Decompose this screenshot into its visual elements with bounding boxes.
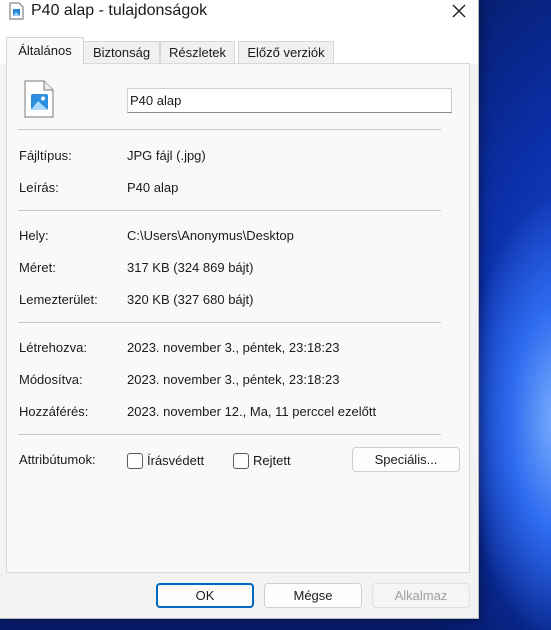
general-tab-panel [6,63,470,573]
size-label: Méret: [19,260,56,275]
tab-details[interactable]: Részletek [160,41,235,64]
accessed-label: Hozzáférés: [19,404,89,419]
hidden-checkbox-label: Rejtett [253,453,291,468]
divider [18,210,441,211]
hidden-checkbox[interactable]: Rejtett [233,453,303,471]
readonly-checkbox-label: Írásvédett [147,453,205,468]
cancel-button[interactable]: Mégse [264,583,362,608]
tab-security[interactable]: Biztonság [83,41,160,64]
properties-dialog: P40 alap - tulajdonságok Általános Bizto… [0,0,479,619]
tab-previous-versions[interactable]: Előző verziók [238,41,334,64]
tab-general[interactable]: Általános [6,37,84,65]
divider [18,129,441,130]
divider [18,322,441,323]
size-value: 317 KB (324 869 bájt) [127,260,254,275]
file-type-label: Fájltípus: [19,148,72,163]
size-on-disk-label: Lemezterület: [19,292,98,307]
location-label: Hely: [19,228,49,243]
description-label: Leírás: [19,180,59,195]
ok-button[interactable]: OK [156,583,254,608]
close-button[interactable] [440,0,478,24]
created-value: 2023. november 3., péntek, 23:18:23 [127,340,340,355]
location-value: C:\Users\Anonymus\Desktop [127,228,294,243]
apply-button[interactable]: Alkalmaz [372,583,470,608]
advanced-button[interactable]: Speciális... [352,447,460,472]
title-bar: P40 alap - tulajdonságok [0,0,478,24]
attributes-label: Attribútumok: [19,452,96,467]
window-title: P40 alap - tulajdonságok [31,2,208,19]
size-on-disk-value: 320 KB (327 680 bájt) [127,292,254,307]
readonly-checkbox-box[interactable] [127,453,143,469]
hidden-checkbox-box[interactable] [233,453,249,469]
readonly-checkbox[interactable]: Írásvédett [127,453,217,471]
created-label: Létrehozva: [19,340,87,355]
description-value: P40 alap [127,180,179,195]
accessed-value: 2023. november 12., Ma, 11 perccel ezelő… [127,404,377,419]
file-name-input[interactable] [127,88,452,113]
modified-label: Módosítva: [19,372,83,387]
close-icon [452,4,466,18]
modified-value: 2023. november 3., péntek, 23:18:23 [127,372,340,387]
divider [18,434,441,435]
image-file-icon [9,2,25,20]
image-file-icon [24,80,54,118]
file-type-value: JPG fájl (.jpg) [127,148,206,163]
